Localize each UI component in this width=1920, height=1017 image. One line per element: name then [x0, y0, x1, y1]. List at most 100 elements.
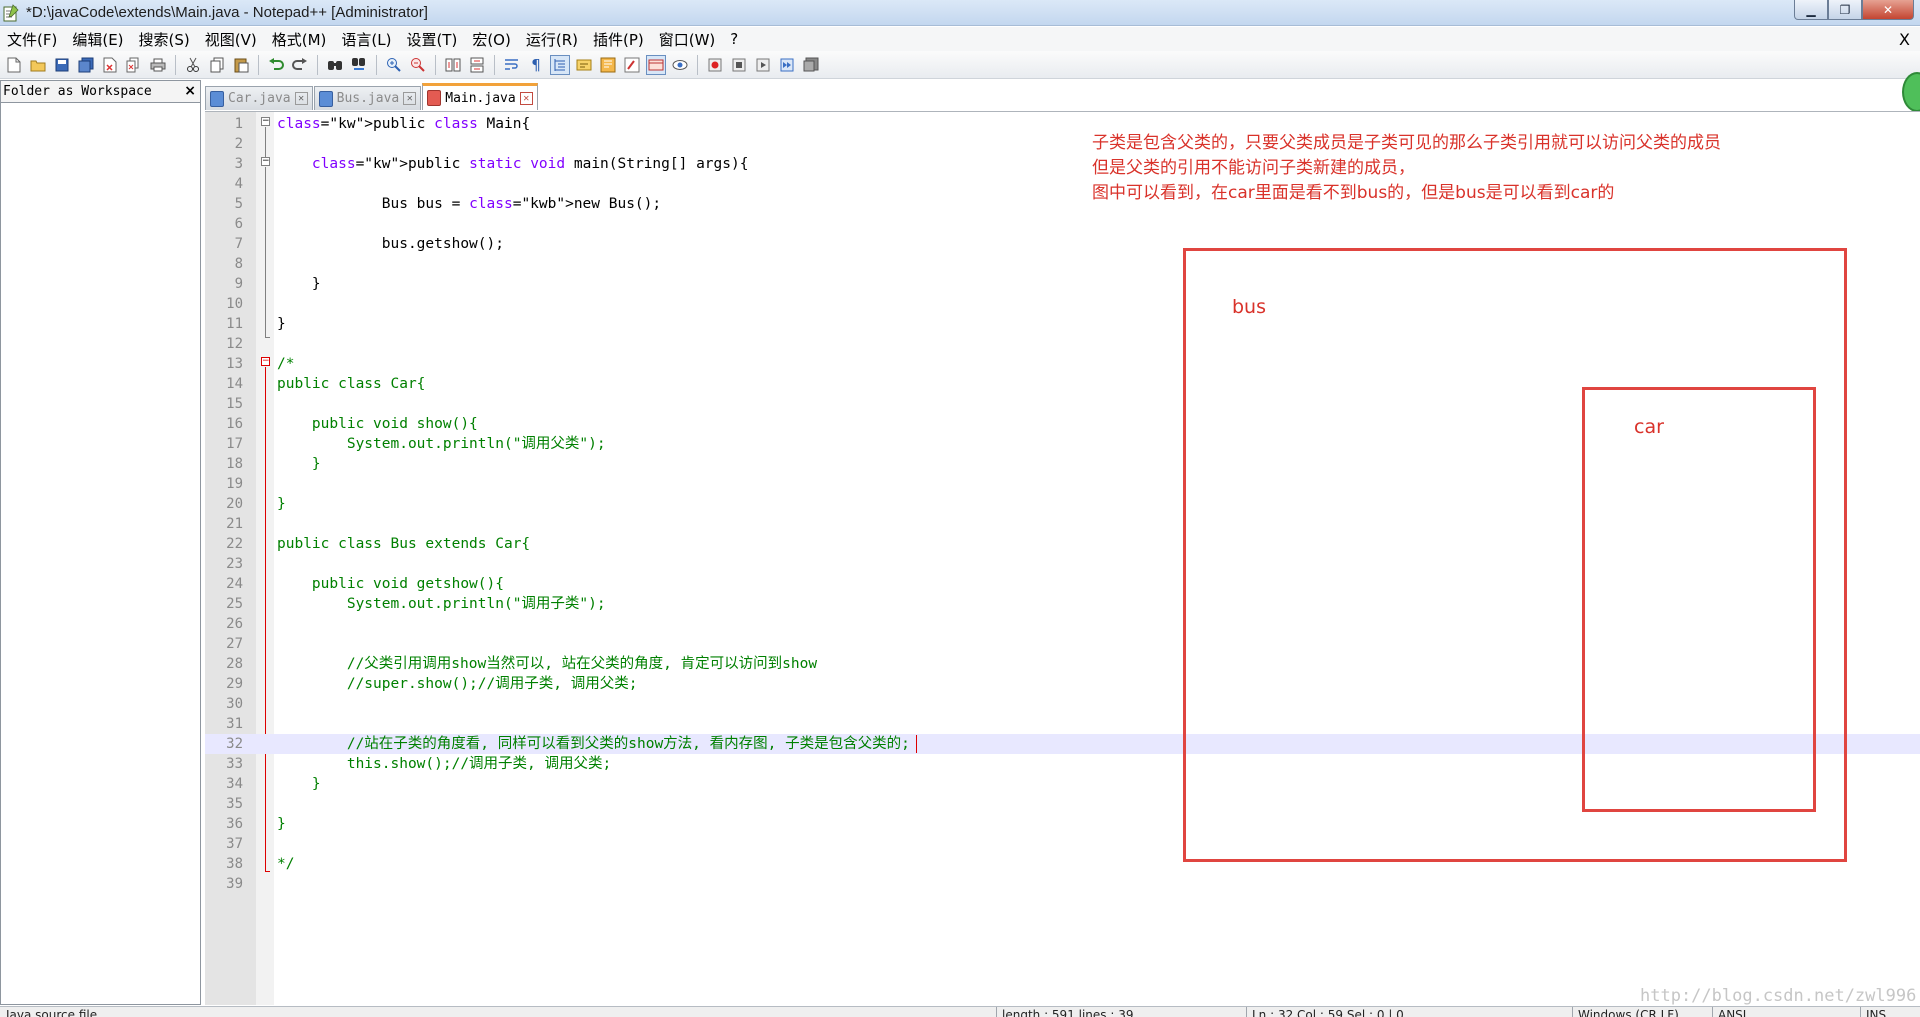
status-eol[interactable]: Windows (CR LF)	[1578, 1008, 1679, 1017]
restore-button[interactable]: ❐	[1828, 0, 1862, 20]
cut-icon[interactable]	[183, 55, 203, 75]
monitoring-icon[interactable]	[670, 55, 690, 75]
folder-workspace-icon[interactable]	[646, 54, 666, 75]
toolbar-separator	[175, 54, 176, 75]
code-line[interactable]: 39	[205, 874, 1920, 894]
undo-icon[interactable]	[266, 55, 286, 75]
tab-main-java[interactable]: Main.java ✕	[422, 83, 538, 110]
indent-guide-icon[interactable]	[550, 54, 570, 75]
menu-edit[interactable]: 编辑(E)	[65, 29, 131, 50]
text-caret	[915, 735, 917, 753]
menu-language[interactable]: 语言(L)	[334, 29, 399, 50]
code-text: bus.getshow();	[277, 236, 504, 252]
user-defined-language-icon[interactable]	[574, 55, 594, 75]
bus-label: bus	[1232, 296, 1267, 318]
menu-format[interactable]: 格式(M)	[265, 29, 335, 50]
code-text: }	[277, 276, 321, 292]
code-text: class="kw">public static void main(Strin…	[311, 156, 749, 172]
line-number: 4	[234, 176, 243, 192]
print-icon[interactable]	[148, 55, 168, 75]
close-button[interactable]: ✕	[1862, 0, 1914, 20]
code-text: /*	[277, 356, 295, 372]
line-number: 20	[226, 496, 243, 512]
tab-bar: Car.java ✕ Bus.java ✕ Main.java ✕	[205, 83, 539, 110]
show-all-chars-icon[interactable]: ¶	[526, 55, 546, 75]
menu-view[interactable]: 视图(V)	[198, 29, 265, 50]
close-file-icon[interactable]	[100, 55, 120, 75]
panel-title: Folder as Workspace	[3, 84, 152, 99]
code-line[interactable]: 6	[205, 214, 1920, 234]
close-all-icon[interactable]	[124, 55, 144, 75]
menu-file[interactable]: 文件(F)	[0, 29, 65, 50]
tab-bus-java[interactable]: Bus.java ✕	[313, 86, 422, 110]
menu-run[interactable]: 运行(R)	[519, 29, 586, 50]
status-mode: INS	[1866, 1008, 1887, 1017]
menu-window[interactable]: 窗口(W)	[652, 29, 724, 50]
line-number: 24	[226, 576, 243, 592]
panel-close-icon[interactable]: ×	[184, 83, 196, 99]
status-divider	[996, 1007, 997, 1017]
code-text: this.show();//调用子类, 调用父类;	[277, 756, 612, 772]
copy-icon[interactable]	[207, 55, 227, 75]
open-file-icon[interactable]	[28, 55, 48, 75]
line-number: 11	[226, 316, 243, 332]
tab-label: Main.java	[445, 90, 516, 106]
line-number: 13	[226, 356, 243, 372]
menu-help[interactable]: ?	[723, 30, 746, 48]
line-number: 9	[234, 276, 243, 292]
floating-badge-icon	[1902, 72, 1920, 112]
minimize-button[interactable]: ▁	[1794, 0, 1828, 20]
status-file-type: Java source file	[6, 1008, 98, 1017]
word-wrap-icon[interactable]	[502, 55, 522, 75]
close-document-button[interactable]: X	[1899, 30, 1910, 49]
stop-macro-icon[interactable]	[729, 55, 749, 75]
line-number: 18	[226, 456, 243, 472]
line-number: 7	[234, 236, 243, 252]
minimize-icon: ▁	[1806, 2, 1816, 17]
zoom-in-icon[interactable]	[384, 55, 404, 75]
sync-vertical-icon[interactable]	[443, 55, 463, 75]
code-text: public class Bus extends Car{	[277, 536, 531, 552]
save-macro-icon[interactable]	[801, 55, 821, 75]
document-map-icon[interactable]	[598, 55, 618, 75]
line-number: 34	[226, 776, 243, 792]
line-number: 33	[226, 756, 243, 772]
paste-icon[interactable]	[231, 55, 251, 75]
status-encoding[interactable]: ANSI	[1718, 1008, 1746, 1017]
tab-close-icon[interactable]: ✕	[519, 91, 533, 105]
status-divider	[1860, 1007, 1861, 1017]
car-label: car	[1634, 416, 1664, 438]
toolbar-separator	[376, 54, 377, 75]
line-number: 36	[226, 816, 243, 832]
function-list-icon[interactable]	[622, 55, 642, 75]
line-number: 23	[226, 556, 243, 572]
run-macro-multiple-icon[interactable]	[777, 55, 797, 75]
tab-close-icon[interactable]: ✕	[403, 92, 417, 105]
replace-icon[interactable]	[349, 55, 369, 75]
line-number: 10	[226, 296, 243, 312]
save-all-icon[interactable]	[76, 55, 96, 75]
record-macro-icon[interactable]	[705, 55, 725, 75]
line-number: 14	[226, 376, 243, 392]
line-number: 32	[226, 736, 243, 752]
save-icon[interactable]	[52, 55, 72, 75]
menu-settings[interactable]: 设置(T)	[399, 29, 465, 50]
sync-horizontal-icon[interactable]	[467, 55, 487, 75]
redo-icon[interactable]	[290, 55, 310, 75]
zoom-out-icon[interactable]	[408, 55, 428, 75]
code-text: }	[277, 316, 286, 332]
line-number: 15	[226, 396, 243, 412]
menu-macro[interactable]: 宏(O)	[465, 29, 519, 50]
find-icon[interactable]	[325, 55, 345, 75]
new-file-icon[interactable]	[4, 55, 24, 75]
tab-car-java[interactable]: Car.java ✕	[205, 86, 313, 110]
line-number: 3	[234, 156, 243, 172]
file-unsaved-icon	[427, 90, 442, 106]
menu-search[interactable]: 搜索(S)	[132, 29, 198, 50]
menu-plugins[interactable]: 插件(P)	[586, 29, 652, 50]
close-icon: ✕	[1882, 2, 1894, 17]
tab-close-icon[interactable]: ✕	[294, 92, 308, 105]
line-number: 17	[226, 436, 243, 452]
play-macro-icon[interactable]	[753, 55, 773, 75]
code-text: System.out.println("调用父类");	[277, 436, 606, 452]
